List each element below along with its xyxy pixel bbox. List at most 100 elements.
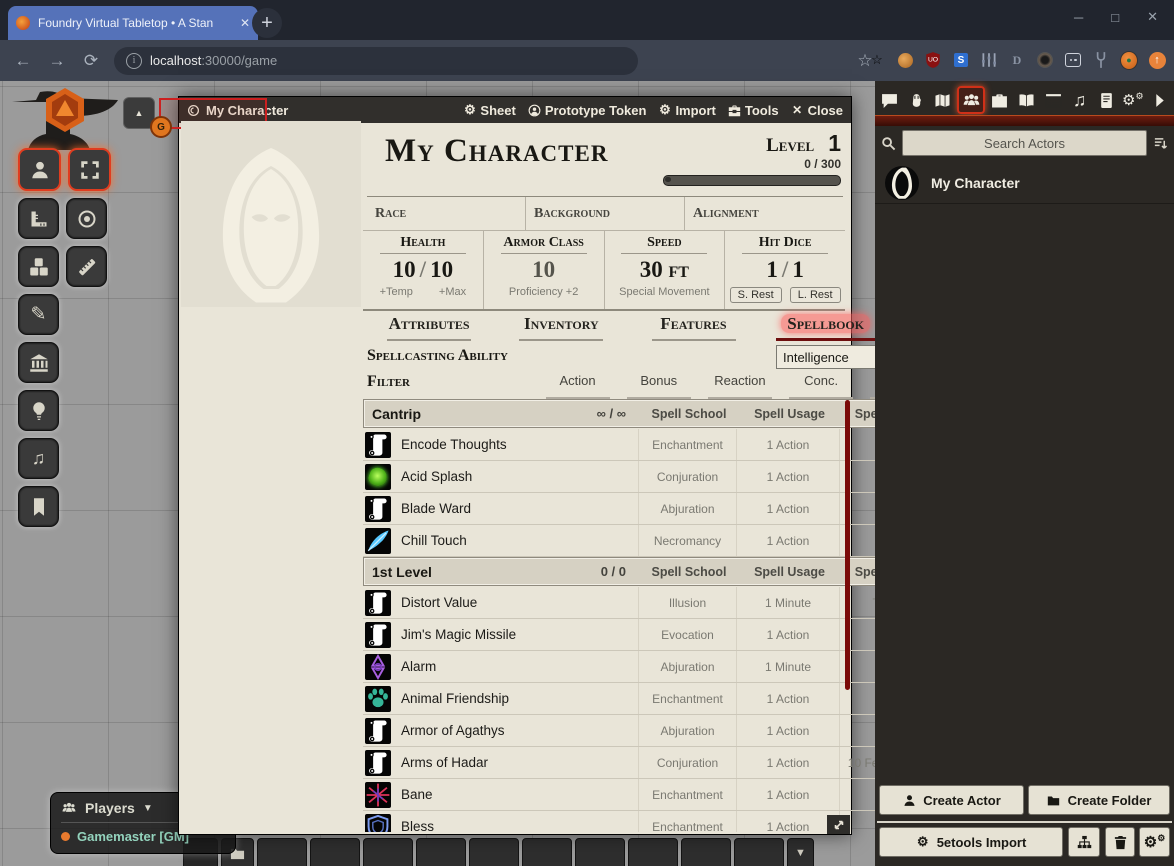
filter-action[interactable]: Action <box>537 373 618 397</box>
stylus-icon[interactable]: S <box>952 51 970 69</box>
spell-list-scrollbar[interactable] <box>845 400 850 690</box>
minimize-icon[interactable]: ─ <box>1074 10 1083 25</box>
sidebar-tab-book[interactable] <box>1014 88 1038 112</box>
tab-attributes[interactable]: Attributes <box>363 311 495 343</box>
close-button[interactable]: ✕Close <box>791 103 843 118</box>
scene-control-pencil[interactable]: ✎ <box>18 294 59 335</box>
xp-text[interactable]: 0 / 300 <box>804 157 841 171</box>
section-slots[interactable]: ∞ / ∞ <box>597 406 640 422</box>
hotbar-slot[interactable] <box>734 838 784 866</box>
update-icon[interactable]: ↑ <box>1148 51 1166 69</box>
browser-tab[interactable]: Foundry Virtual Tabletop • A Stan ✕ <box>8 6 258 40</box>
hp-value[interactable]: 10 <box>393 257 416 282</box>
scene-control-ruler[interactable] <box>66 246 107 287</box>
sliders-icon[interactable] <box>980 51 998 69</box>
container-icon[interactable] <box>1064 51 1082 69</box>
spell-name[interactable]: Bane <box>401 787 433 802</box>
hotbar-slot[interactable] <box>522 838 572 866</box>
create-actor-button[interactable]: Create Actor <box>879 785 1024 815</box>
special-movement-label[interactable]: Special Movement <box>605 286 725 298</box>
field-background[interactable]: Background <box>526 197 685 230</box>
health-stat[interactable]: Health 10/10 +Temp+Max <box>363 231 484 309</box>
hp-temp-label[interactable]: +Temp <box>380 286 413 298</box>
sidebar-tab-caret-right[interactable] <box>1147 88 1171 112</box>
bookmark-star-icon[interactable]: ☆ <box>868 51 886 69</box>
armor-class-stat[interactable]: Armor Class 10 Proficiency +2 <box>484 231 605 309</box>
create-folder-button[interactable]: Create Folder <box>1028 785 1170 815</box>
close-icon[interactable]: ✕ <box>1147 9 1158 25</box>
reload-icon[interactable]: ⟳ <box>74 51 108 71</box>
spell-name[interactable]: Blade Ward <box>401 501 471 516</box>
hotbar-slot[interactable] <box>469 838 519 866</box>
character-portrait[interactable] <box>181 121 361 307</box>
level-value[interactable]: 1 <box>828 130 841 157</box>
scene-control-bookmark[interactable] <box>18 486 59 527</box>
sidebar-tab-chat[interactable] <box>878 88 902 112</box>
import-button[interactable]: ⚙ 5etools Import <box>879 827 1063 857</box>
spell-name[interactable]: Acid Splash <box>401 469 472 484</box>
forward-icon[interactable]: → <box>40 51 74 71</box>
spell-art-scroll-icon[interactable] <box>365 432 391 458</box>
sheet-window-header[interactable]: My Character ⚙SheetPrototype Token⚙Impor… <box>179 97 851 123</box>
scene-control-dice[interactable] <box>18 246 59 287</box>
field-race[interactable]: Race <box>367 197 526 230</box>
scene-control-music-note[interactable]: ♫ <box>18 438 59 479</box>
spell-name[interactable]: Chill Touch <box>401 533 467 548</box>
filter-reaction[interactable]: Reaction <box>699 373 780 397</box>
spell-art-feather-icon[interactable] <box>365 528 391 554</box>
spell-name[interactable]: Arms of Hadar <box>401 755 488 770</box>
scene-control-lightbulb[interactable] <box>18 390 59 431</box>
scene-control-person[interactable] <box>18 148 61 191</box>
tools-button[interactable]: Tools <box>728 103 779 118</box>
spell-art-scroll-icon[interactable] <box>365 590 391 616</box>
ublock-icon[interactable]: UO <box>924 51 942 69</box>
prototype-token-button[interactable]: Prototype Token <box>528 103 647 118</box>
character-name[interactable]: My Character <box>385 133 608 170</box>
sidebar-tab-music-note[interactable]: ♫ <box>1068 88 1092 112</box>
filter-conc-[interactable]: Conc. <box>781 373 862 397</box>
spell-name[interactable]: Alarm <box>401 659 436 674</box>
darkreader-icon[interactable]: D <box>1008 51 1026 69</box>
spell-art-burst-icon[interactable] <box>365 782 391 808</box>
hp-max[interactable]: 10 <box>430 257 453 282</box>
eye-icon[interactable] <box>1036 51 1054 69</box>
short-rest-button[interactable]: S. Rest <box>730 287 782 303</box>
spell-name[interactable]: Encode Thoughts <box>401 437 507 452</box>
hotbar-slot[interactable] <box>416 838 466 866</box>
spell-art-shield-icon[interactable] <box>365 814 391 833</box>
hotbar-slot[interactable] <box>310 838 360 866</box>
sitemap-button[interactable] <box>1068 827 1100 857</box>
hd-max[interactable]: 1 <box>792 257 804 282</box>
search-input[interactable] <box>902 130 1147 156</box>
spell-name[interactable]: Jim's Magic Missile <box>401 627 516 642</box>
spell-art-acid-icon[interactable] <box>365 464 391 490</box>
profile-icon[interactable]: ● <box>1120 51 1138 69</box>
spell-art-scroll-icon[interactable] <box>365 496 391 522</box>
hotbar-slot[interactable] <box>681 838 731 866</box>
tab-features[interactable]: Features <box>627 311 759 343</box>
sidebar-tab-map[interactable] <box>931 88 955 112</box>
spell-name[interactable]: Animal Friendship <box>401 691 509 706</box>
spell-art-scroll-icon[interactable] <box>365 718 391 744</box>
cookie-icon[interactable] <box>896 51 914 69</box>
sidebar-tab-briefcase[interactable] <box>988 88 1012 112</box>
hp-max-label[interactable]: +Max <box>439 286 466 298</box>
tab-close-icon[interactable]: ✕ <box>240 16 250 30</box>
spell-art-scroll-icon[interactable] <box>365 622 391 648</box>
character-sheet-window[interactable]: My Character ⚙SheetPrototype Token⚙Impor… <box>178 96 852 835</box>
hotbar-slot[interactable] <box>628 838 678 866</box>
new-tab-button[interactable]: + <box>252 8 282 38</box>
window-resize-handle[interactable] <box>827 815 850 834</box>
hotbar-slot[interactable] <box>575 838 625 866</box>
long-rest-button[interactable]: L. Rest <box>790 287 841 303</box>
sort-icon[interactable] <box>1153 136 1168 151</box>
spell-name[interactable]: Bless <box>401 819 434 832</box>
sheet-button[interactable]: ⚙Sheet <box>463 103 515 118</box>
cogs-button[interactable]: ⚙⚙ <box>1139 827 1170 857</box>
tab-spellbook[interactable]: Spellbook <box>760 311 892 343</box>
spell-name[interactable]: Armor of Agathys <box>401 723 505 738</box>
ac-value[interactable]: 10 <box>484 257 604 283</box>
sidebar-tab-users[interactable] <box>957 86 985 114</box>
sidebar-tab-journal[interactable] <box>1094 88 1118 112</box>
url-bar[interactable]: i localhost:30000/game <box>114 47 638 75</box>
